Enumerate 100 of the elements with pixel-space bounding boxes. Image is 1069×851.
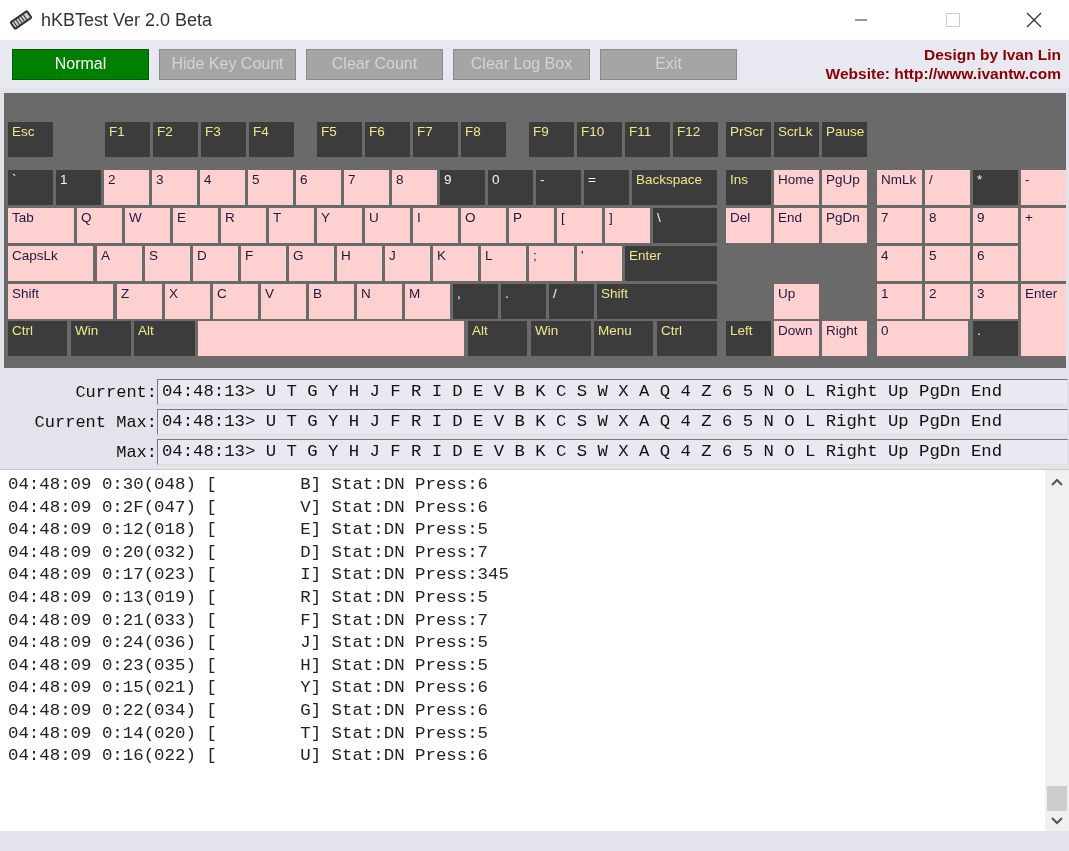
keyboard-key: Del	[726, 208, 771, 243]
keyboard-key: .	[501, 284, 546, 319]
scroll-down-icon[interactable]	[1051, 817, 1063, 825]
log-line: 04:48:09 0:13(019) [ R] Stat:DN Press:5	[8, 586, 490, 609]
keyboard-key: End	[774, 208, 819, 243]
keyboard-key: V	[261, 284, 306, 319]
keyboard-key: +	[1021, 208, 1066, 281]
keyboard-key: F2	[153, 122, 198, 157]
readout-label: Max:	[115, 442, 157, 462]
keyboard-key: U	[365, 208, 410, 243]
keyboard-key: S	[145, 246, 190, 281]
keyboard-key: W	[125, 208, 170, 243]
close-icon[interactable]	[1026, 12, 1042, 28]
keyboard-key: F8	[461, 122, 506, 157]
keyboard-key: F7	[413, 122, 458, 157]
keyboard-key: J	[385, 246, 430, 281]
keyboard-key: B	[309, 284, 354, 319]
log-line: 04:48:09 0:21(033) [ F] Stat:DN Press:7	[8, 609, 490, 632]
keyboard-key: Z	[117, 284, 162, 319]
keyboard-key: 5	[248, 170, 293, 205]
keyboard-key: 5	[925, 246, 970, 281]
keyboard-key: F	[241, 246, 286, 281]
keyboard-key: E	[173, 208, 218, 243]
log-line: 04:48:09 0:12(018) [ E] Stat:DN Press:5	[8, 519, 490, 542]
keyboard-key: [	[557, 208, 602, 243]
keyboard-key: Enter	[625, 246, 717, 281]
keyboard-key: G	[289, 246, 334, 281]
keyboard-key: F10	[577, 122, 622, 157]
keyboard-key: Y	[317, 208, 362, 243]
keyboard-key: Enter	[1021, 284, 1066, 356]
scrollbar-thumb[interactable]	[1047, 786, 1067, 811]
log-line: 04:48:09 0:17(023) [ I] Stat:DN Press:345	[8, 564, 510, 587]
keyboard-key: ]	[605, 208, 650, 243]
log-line: 04:48:09 0:30(048) [ B] Stat:DN Press:6	[8, 474, 490, 496]
keyboard-key: O	[461, 208, 506, 243]
keyboard-key: .	[973, 321, 1018, 356]
keyboard-key: Esc	[8, 122, 53, 157]
keyboard-key: 1	[877, 284, 922, 319]
keyboard-key: K	[433, 246, 478, 281]
keyboard-key: *	[973, 170, 1018, 205]
keyboard-key: PrScr	[726, 122, 771, 157]
log-line: 04:48:09 0:14(020) [ T] Stat:DN Press:5	[8, 722, 490, 745]
keyboard-key: T	[269, 208, 314, 243]
keyboard-key: P	[509, 208, 554, 243]
keyboard-key: Backspace	[632, 170, 717, 205]
credit-text: Design by Ivan Lin	[924, 45, 1061, 64]
scrollbar[interactable]	[1045, 470, 1069, 831]
credit-text: Website: http://www.ivantw.com	[825, 64, 1061, 83]
log-line: 04:48:09 0:20(032) [ D] Stat:DN Press:7	[8, 541, 490, 564]
readout-field: 04:48:13> U T G Y H J F R I D E V B K C S W X A Q 4 Z 6 5 N O L Right Up PgDn End	[157, 379, 1068, 405]
keyboard-key: Menu	[594, 321, 653, 356]
keyboard-key: R	[221, 208, 266, 243]
keyboard-key: F12	[673, 122, 718, 157]
readout-field: 04:48:13> U T G Y H J F R I D E V B K C S W X A Q 4 Z 6 5 N O L Right Up PgDn End	[157, 409, 1068, 435]
keyboard-key: F4	[249, 122, 294, 157]
keyboard-key: C	[213, 284, 258, 319]
readout-label: Current Max:	[33, 412, 157, 432]
keyboard-key: '	[577, 246, 622, 281]
keyboard-key: 2	[104, 170, 149, 205]
keyboard-key: X	[165, 284, 210, 319]
keyboard-key: D	[193, 246, 238, 281]
log-line: 04:48:09 0:24(036) [ J] Stat:DN Press:5	[8, 632, 490, 655]
keyboard-key: 0	[877, 321, 968, 356]
keyboard-key: Tab	[8, 208, 74, 243]
window-title: hKBTest Ver 2.0 Beta	[41, 9, 213, 31]
readout-label: Current:	[74, 382, 157, 402]
keyboard-key: /	[925, 170, 970, 205]
keyboard-key: Home	[774, 170, 819, 205]
scroll-up-icon[interactable]	[1051, 478, 1063, 486]
keyboard-key: -	[536, 170, 581, 205]
minimize-icon[interactable]	[855, 19, 867, 21]
keyboard-key: 8	[925, 208, 970, 243]
keyboard-key: 7	[877, 208, 922, 243]
keyboard-key: 2	[925, 284, 970, 319]
keyboard-key: 3	[973, 284, 1018, 319]
keyboard-key: 6	[296, 170, 341, 205]
toolbar-button[interactable]: Normal	[12, 48, 149, 80]
log-line: 04:48:09 0:16(022) [ U] Stat:DN Press:6	[8, 745, 490, 768]
keyboard-key: M	[405, 284, 450, 319]
keyboard-key: \	[653, 208, 717, 243]
keyboard-key: 7	[344, 170, 389, 205]
keyboard-key: CapsLk	[8, 246, 93, 281]
keyboard-key: 8	[392, 170, 437, 205]
keyboard-key: 6	[973, 246, 1018, 281]
keyboard-key: Pause	[822, 122, 867, 157]
keyboard-key: NmLk	[877, 170, 922, 205]
keyboard-key: I	[413, 208, 458, 243]
keyboard-key: Alt	[468, 321, 527, 356]
keyboard-key: Win	[71, 321, 131, 356]
keyboard-key: F9	[529, 122, 574, 157]
maximize-icon[interactable]	[946, 13, 960, 27]
keyboard-key: F11	[625, 122, 670, 157]
keyboard-key: F6	[365, 122, 410, 157]
keyboard-key: Ctrl	[8, 321, 67, 356]
keyboard-key: 9	[973, 208, 1018, 243]
keyboard-key: -	[1021, 170, 1066, 205]
keyboard-key: ;	[529, 246, 574, 281]
keyboard-key: L	[481, 246, 526, 281]
keyboard-key: H	[337, 246, 382, 281]
keyboard-key: Up	[774, 284, 819, 319]
